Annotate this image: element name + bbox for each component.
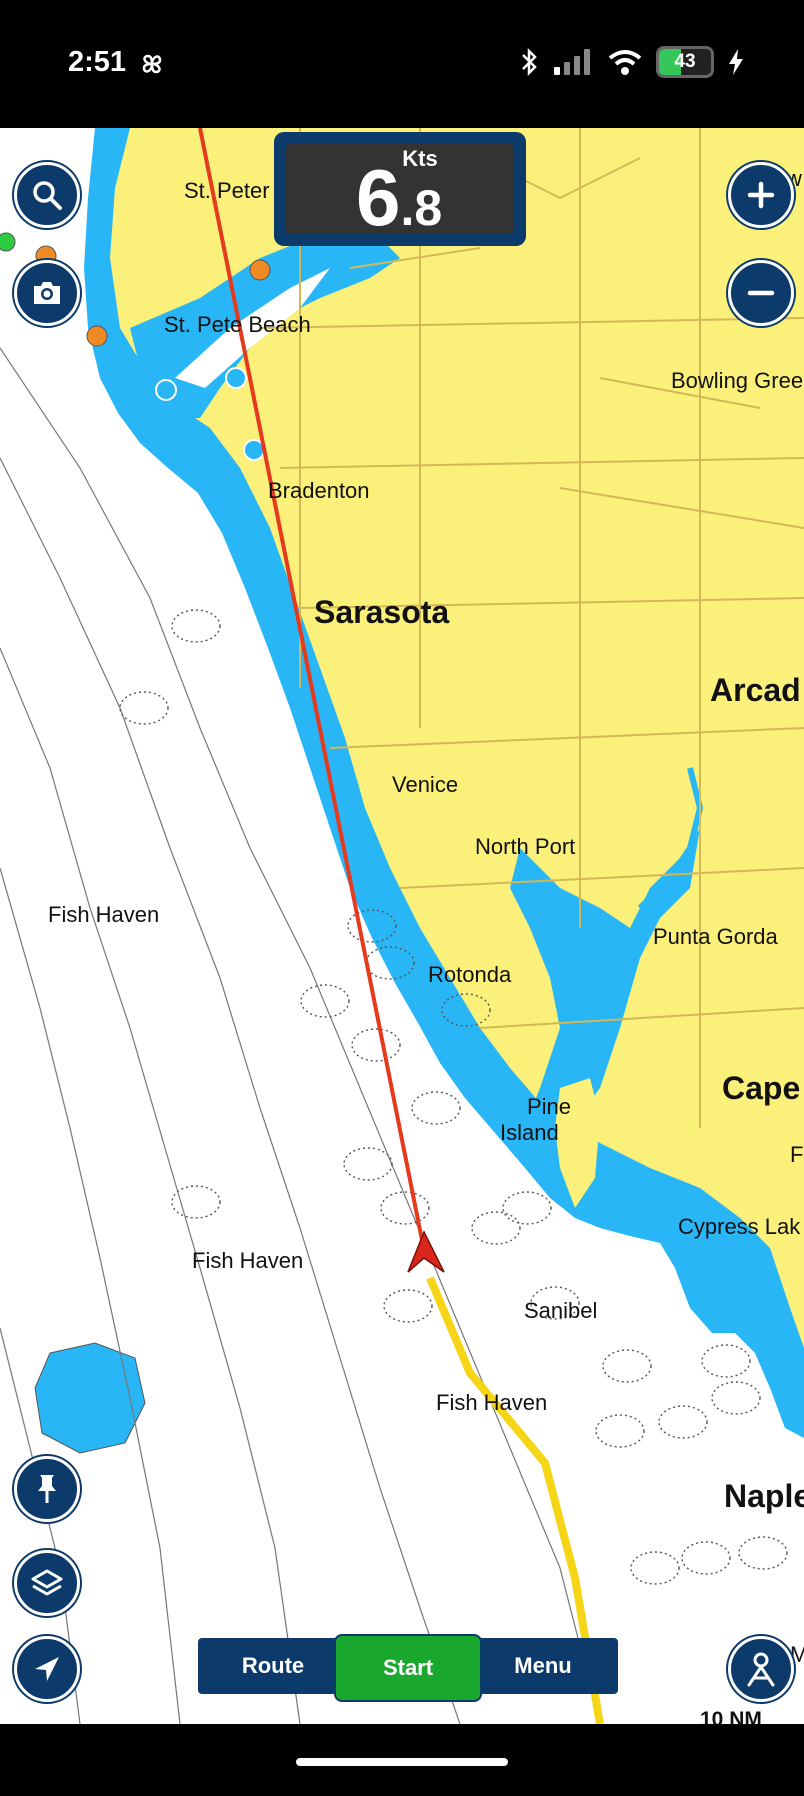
home-indicator[interactable] bbox=[296, 1758, 508, 1766]
place-st-pete-beach: St. Pete Beach bbox=[164, 312, 311, 337]
place-naples: Naple bbox=[724, 1478, 804, 1514]
place-punta-gorda: Punta Gorda bbox=[653, 924, 778, 949]
place-sarasota: Sarasota bbox=[314, 594, 450, 630]
place-north-port: North Port bbox=[475, 834, 576, 859]
place-fish-haven-1: Fish Haven bbox=[48, 902, 160, 927]
navigation-arrow-icon bbox=[35, 1657, 59, 1681]
place-fish-haven-3: Fish Haven bbox=[436, 1390, 548, 1415]
bottom-action-bar: Route Menu Start bbox=[198, 1634, 618, 1702]
scale-line bbox=[676, 1708, 796, 1724]
battery-icon: 43 bbox=[656, 46, 714, 78]
account-button[interactable] bbox=[728, 1636, 794, 1702]
camera-icon bbox=[34, 282, 60, 304]
signal-icon bbox=[554, 49, 590, 75]
place-pine: Pine bbox=[527, 1094, 572, 1119]
waypoint-button[interactable] bbox=[14, 1456, 80, 1522]
locate-button[interactable] bbox=[14, 1636, 80, 1702]
route-button[interactable]: Route bbox=[198, 1638, 348, 1694]
place-arcadia: Arcad bbox=[710, 672, 801, 708]
status-time: 2:51 bbox=[68, 46, 127, 78]
status-bar: 2:51 43 bbox=[0, 0, 804, 128]
place-bradenton: Bradenton bbox=[268, 478, 370, 503]
speed-decimal: .8 bbox=[400, 180, 443, 236]
pushpin-icon bbox=[38, 1475, 56, 1503]
search-icon bbox=[33, 181, 62, 210]
nautical-chart[interactable]: St. Peter St. Pete Beach Bradenton Saras… bbox=[0, 128, 804, 1724]
user-icon bbox=[747, 1652, 775, 1687]
place-island: Island bbox=[500, 1120, 559, 1145]
place-bowling-green: Bowling Gree bbox=[671, 368, 804, 393]
wifi-icon bbox=[608, 50, 642, 75]
scale-bar: 10 NM bbox=[676, 1708, 796, 1724]
status-icons: 43 bbox=[520, 46, 744, 78]
place-rotonda: Rotonda bbox=[428, 962, 512, 987]
camera-button[interactable] bbox=[14, 260, 80, 326]
zoom-out-button[interactable] bbox=[728, 260, 794, 326]
home-indicator-bar bbox=[0, 1724, 804, 1796]
speed-whole: 6 bbox=[356, 153, 401, 242]
place-cypress-lake: Cypress Lak bbox=[678, 1214, 801, 1239]
place-cape: Cape bbox=[722, 1070, 801, 1106]
place-fish-haven-2: Fish Haven bbox=[192, 1248, 304, 1273]
place-sanibel: Sanibel bbox=[524, 1298, 598, 1323]
minus-icon bbox=[747, 290, 775, 296]
speed-readout: Kts 6.8 bbox=[286, 144, 514, 238]
speed-value: 6.8 bbox=[356, 158, 442, 238]
battery-percent: 43 bbox=[674, 51, 696, 72]
place-venice: Venice bbox=[392, 772, 459, 797]
menu-button[interactable]: Menu bbox=[468, 1638, 618, 1694]
vessel-icon bbox=[407, 1230, 445, 1273]
lake bbox=[34, 1342, 146, 1454]
place-clipped-f: F bbox=[790, 1142, 804, 1167]
speed-display: Kts 6.8 bbox=[274, 132, 526, 246]
zoom-in-button[interactable] bbox=[728, 162, 794, 228]
layers-button[interactable] bbox=[14, 1550, 80, 1616]
search-button[interactable] bbox=[14, 162, 80, 228]
charging-bolt-icon bbox=[729, 49, 743, 75]
layers-icon bbox=[31, 1569, 63, 1596]
start-button[interactable]: Start bbox=[334, 1634, 482, 1702]
place-st-pete: St. Peter bbox=[184, 178, 270, 203]
plus-icon bbox=[747, 181, 775, 209]
pinwheel-icon bbox=[142, 54, 162, 74]
bluetooth-icon bbox=[522, 47, 537, 77]
